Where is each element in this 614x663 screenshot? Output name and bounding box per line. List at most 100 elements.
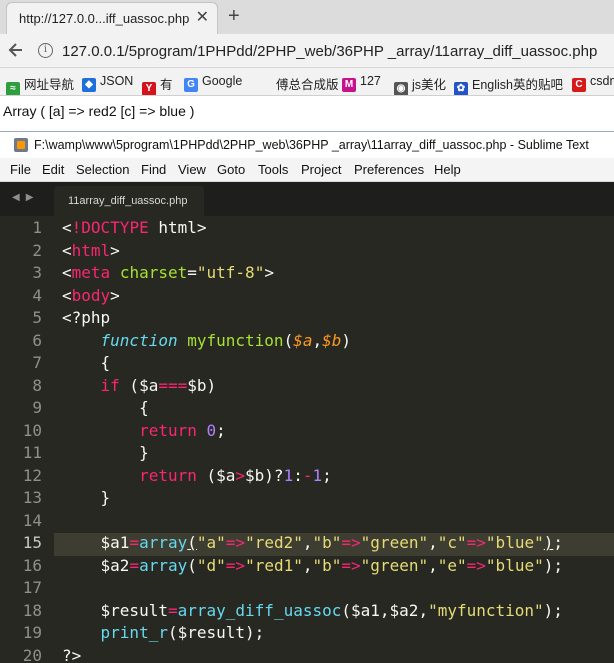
code-token: "utf-8" [196,263,265,282]
bookmark-label: js美化 [412,78,447,92]
code-token: ($a [196,465,236,485]
code-token: array [139,555,188,575]
url-field[interactable]: 127.0.0.1/5program/1PHPdd/2PHP_web/36PHP… [62,43,597,60]
code-token: = [167,600,178,620]
bookmark-item[interactable]: ✿ English英的贴吧 [454,74,563,95]
code-line: ?> [62,646,81,663]
code-token: $result [62,600,168,620]
bookmark-item[interactable]: Y有 [142,74,173,95]
code-token: ($result); [167,623,265,642]
code-line: { [62,398,149,417]
code-token: < [62,240,72,260]
code-token: => [466,533,486,552]
code-token: ( [187,555,197,575]
line-number: 17 [22,578,42,597]
line-number: 15 [22,533,42,552]
menu-item-help[interactable]: Help [434,162,461,177]
menu-item-edit[interactable]: Edit [42,162,64,177]
tab-scroll-arrows-icon[interactable]: ◀▶ [12,192,39,203]
code-token: ( [283,330,294,350]
json-icon: ◆ [82,78,96,92]
line-number: 10 [22,420,42,440]
code-line: <body> [62,286,120,305]
menu-item-preferences[interactable]: Preferences [354,162,424,177]
code-token: $b [322,330,342,350]
code-token: => [225,555,246,575]
code-line: if ($a===$b) [62,375,217,395]
code-token: = [187,263,197,282]
bookmark-item[interactable]: G Google [184,74,242,92]
code-token: 1 [283,465,294,485]
code-token: "blue" [485,533,544,552]
code-token: "red2" [245,533,303,552]
code-line: $result=array_diff_uassoc($a1,$a2,"myfun… [62,601,563,620]
code-token: "green" [360,555,429,575]
bookmark-item[interactable]: 傅总合成版 [276,74,339,93]
globe-icon: ◉ [394,82,408,95]
code-token: print_r [100,623,168,642]
code-token: ?> [62,645,82,663]
info-icon[interactable]: i [38,43,53,58]
code-token: < [62,285,72,305]
menu-item-view[interactable]: View [178,162,206,177]
code-token: === [158,375,188,395]
code-token: <?php [62,308,111,327]
code-token: => [341,555,361,575]
code-token: ) [543,533,554,552]
bookmark-item[interactable]: ≈ 网址导航 [6,74,74,95]
menu-item-selection[interactable]: Selection [76,162,129,177]
code-token: , [302,533,313,552]
line-number: 13 [22,488,42,507]
browser-tab[interactable]: http://127.0.0...iff_uassoc.php ✕ [6,2,218,34]
file-tab-label: 11array_diff_uassoc.php [68,195,188,207]
address-bar: i 127.0.0.1/5program/1PHPdd/2PHP_web/36P… [0,34,614,68]
bookmark-item[interactable]: M 127 [342,74,381,92]
back-arrow-icon[interactable] [6,40,26,60]
new-tab-icon[interactable]: + [228,5,240,27]
code-token: myfunction [187,330,284,350]
line-number: 16 [22,555,42,575]
bookmark-item[interactable]: ◉ js美化 [394,74,447,95]
code-token: } [62,488,111,507]
window-title: F:\wamp\www\5program\1PHPdd\2PHP_web\36P… [34,138,589,152]
bookmark-label: JSON [100,74,134,88]
line-number: 7 [32,353,42,372]
code-token: meta [71,263,111,282]
browser-tabstrip: http://127.0.0...iff_uassoc.php ✕ + [0,0,614,34]
code-token: = [129,533,140,552]
code-token: array [139,533,188,552]
code-editor[interactable]: 1 2 3 4 5 6 7 8 9 10 11 12 13 14 15 16 17 18 19 20 <!DOCTYP… [0,216,614,663]
bookmark-item[interactable]: ◆ JSON [82,74,133,92]
line-number: 11 [22,443,42,462]
m-icon: M [342,78,356,92]
line-number: 18 [22,600,42,620]
code-token: , [302,555,313,575]
code-token: return [139,465,197,485]
line-number: 2 [32,240,42,260]
code-line: print_r($result); [62,623,265,642]
close-icon[interactable]: ✕ [196,9,209,27]
menu-item-file[interactable]: File [10,162,31,177]
line-number: 14 [22,510,42,530]
code-line: <meta charset="utf-8"> [62,263,274,282]
menu-item-tools[interactable]: Tools [258,162,288,177]
line-gutter: 1 2 3 4 5 6 7 8 9 10 11 12 13 14 15 16 17 18 19 20 [0,216,54,663]
code-token: "b" [312,533,342,552]
code-line: $a2=array("d"=>"red1","b"=>"green","e"=>… [62,556,563,575]
code-token: } [62,443,149,462]
code-token: "c" [437,533,467,552]
code-token: array_diff_uassoc [177,600,342,620]
file-tab[interactable]: 11array_diff_uassoc.php [54,186,204,216]
code-line: <?php [62,308,110,327]
menu-item-goto[interactable]: Goto [217,162,245,177]
menu-item-find[interactable]: Find [141,162,166,177]
menu-item-project[interactable]: Project [301,162,341,177]
code-token: $a1 [62,533,130,552]
bookmark-item[interactable]: Ccsdn [572,74,614,92]
